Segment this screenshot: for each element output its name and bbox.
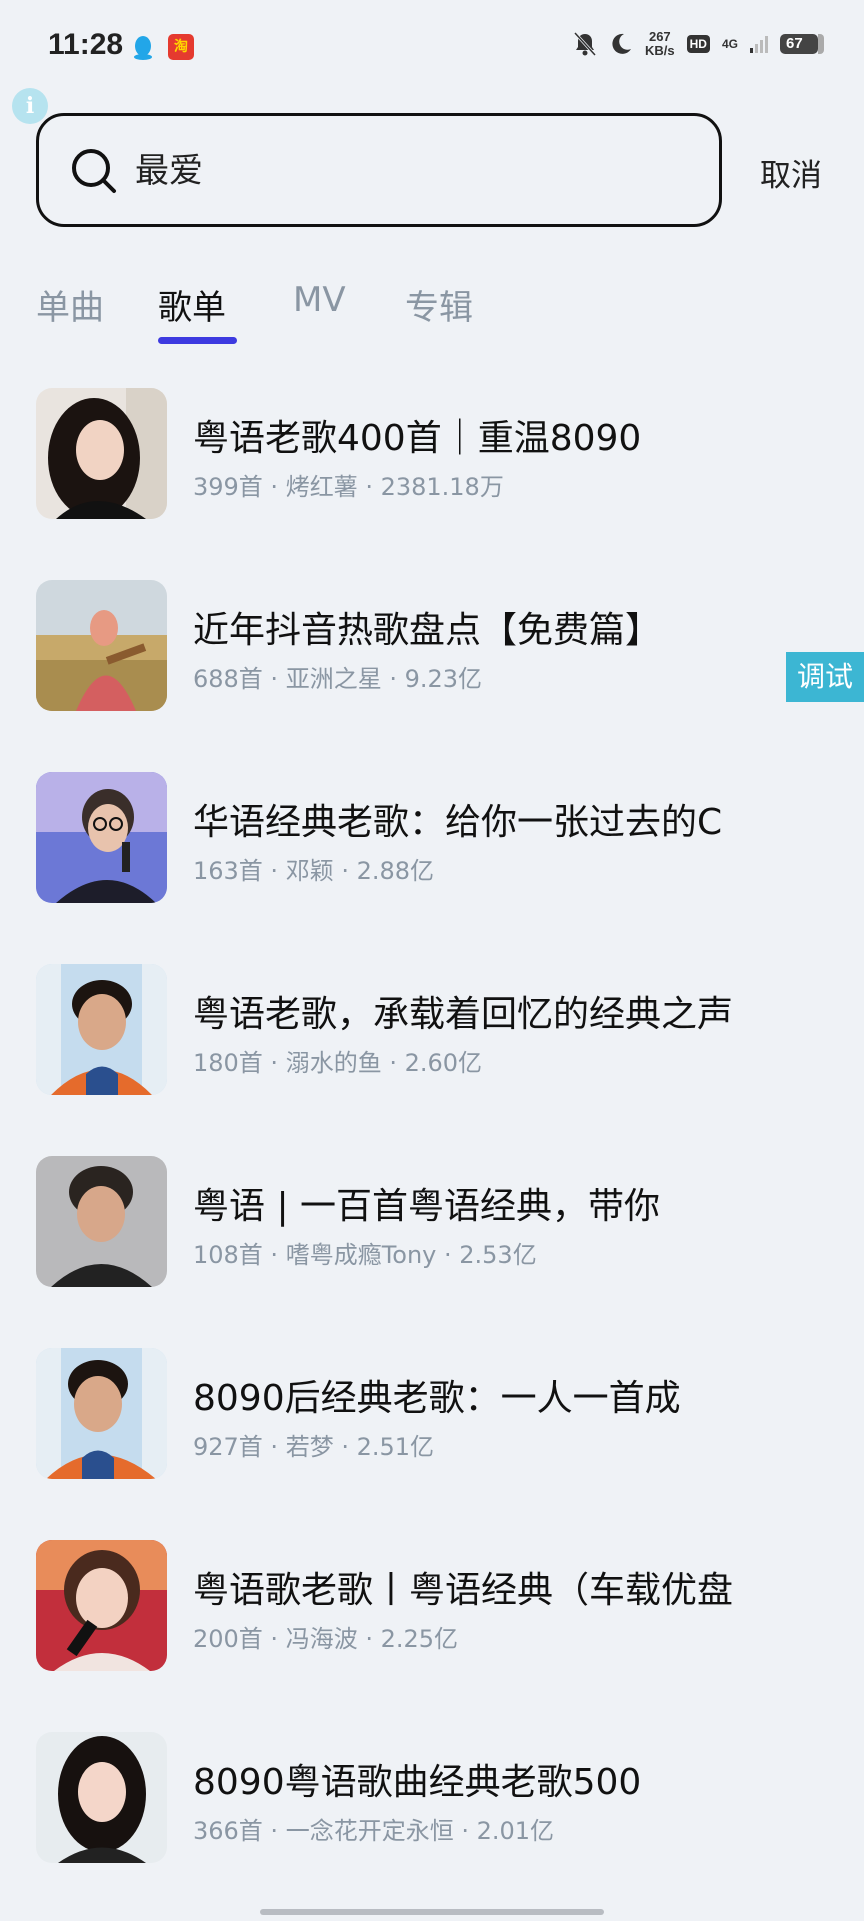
list-item[interactable]: 粤语歌老歌丨粤语经典（车载优盘 200首 · 冯海波 · 2.25亿 (0, 1537, 864, 1729)
playlist-cover (36, 1732, 167, 1863)
moon-icon (612, 33, 632, 54)
status-time: 11:28 (48, 28, 124, 61)
playlist-cover (36, 1540, 167, 1671)
tab-albums[interactable]: 专辑 (405, 280, 473, 329)
debug-button[interactable]: 调试 (786, 652, 864, 702)
playlist-meta: 366首 · 一念花开定永恒 · 2.01亿 (193, 1817, 555, 1845)
playlist-title: 近年抖音热歌盘点【免费篇】 (193, 610, 662, 651)
list-item[interactable]: 近年抖音热歌盘点【免费篇】 688首 · 亚洲之星 · 9.23亿 (0, 577, 864, 769)
playlist-meta: 927首 · 若梦 · 2.51亿 (193, 1433, 435, 1461)
list-item[interactable]: 粤语老歌400首｜重温8090 399首 · 烤红薯 · 2381.18万 (0, 385, 864, 577)
signal-icon (750, 35, 768, 53)
playlist-title: 粤语老歌，承载着回忆的经典之声 (193, 994, 734, 1035)
playlist-title: 粤语歌老歌丨粤语经典（车载优盘 (193, 1570, 734, 1611)
cancel-button[interactable]: 取消 (760, 150, 822, 195)
playlist-title: 粤语老歌400首｜重温8090 (193, 418, 642, 459)
status-bar: 11:28 淘 267 KB/s HD 4G 67 (0, 0, 864, 90)
network-type: 4G (721, 37, 738, 51)
tab-mv[interactable]: MV (293, 280, 346, 320)
playlist-meta: 108首 · 嗜粤成瘾Tony · 2.53亿 (193, 1241, 537, 1269)
network-speed: 267 KB/s (645, 29, 675, 58)
qq-icon (134, 36, 152, 60)
playlist-title: 粤语 | 一百首粤语经典，带你 (193, 1186, 661, 1227)
list-item[interactable]: 华语经典老歌：给你一张过去的C 163首 · 邓颖 · 2.88亿 (0, 769, 864, 961)
playlist-cover (36, 580, 167, 711)
search-icon (72, 149, 116, 193)
list-item[interactable]: 8090后经典老歌：一人一首成 927首 · 若梦 · 2.51亿 (0, 1345, 864, 1537)
tab-playlists[interactable]: 歌单 (158, 280, 226, 329)
bell-muted-icon (573, 31, 597, 57)
hd-badge: HD (686, 35, 710, 53)
playlist-cover (36, 1156, 167, 1287)
playlist-cover (36, 388, 167, 519)
playlist-meta: 200首 · 冯海波 · 2.25亿 (193, 1625, 459, 1653)
battery-icon: 67 (780, 34, 824, 54)
active-tab-indicator (158, 337, 237, 344)
playlist-meta: 399首 · 烤红薯 · 2381.18万 (193, 473, 504, 501)
playlist-meta: 180首 · 溺水的鱼 · 2.60亿 (193, 1049, 483, 1077)
playlist-title: 8090后经典老歌：一人一首成 (193, 1378, 681, 1419)
playlist-cover (36, 964, 167, 1095)
result-tabs: 单曲 歌单 MV 专辑 (0, 280, 864, 350)
playlist-title: 8090粤语歌曲经典老歌500 (193, 1762, 642, 1803)
search-query[interactable]: 最爱 (135, 146, 203, 196)
app-notification-icon: 淘 (168, 34, 194, 60)
home-indicator[interactable] (260, 1909, 604, 1915)
playlist-meta: 163首 · 邓颖 · 2.88亿 (193, 857, 435, 885)
search-input[interactable]: 最爱 (36, 113, 722, 227)
list-item[interactable]: 粤语老歌，承载着回忆的经典之声 180首 · 溺水的鱼 · 2.60亿 (0, 961, 864, 1153)
tab-songs[interactable]: 单曲 (36, 280, 104, 329)
info-icon[interactable]: i (12, 88, 48, 124)
playlist-title: 华语经典老歌：给你一张过去的C (193, 802, 723, 843)
playlist-cover (36, 772, 167, 903)
playlist-cover (36, 1348, 167, 1479)
list-item[interactable]: 8090粤语歌曲经典老歌500 366首 · 一念花开定永恒 · 2.01亿 (0, 1729, 864, 1921)
playlist-meta: 688首 · 亚洲之星 · 9.23亿 (193, 665, 483, 693)
playlist-list: 粤语老歌400首｜重温8090 399首 · 烤红薯 · 2381.18万 近年… (0, 385, 864, 1921)
list-item[interactable]: 粤语 | 一百首粤语经典，带你 108首 · 嗜粤成瘾Tony · 2.53亿 (0, 1153, 864, 1345)
